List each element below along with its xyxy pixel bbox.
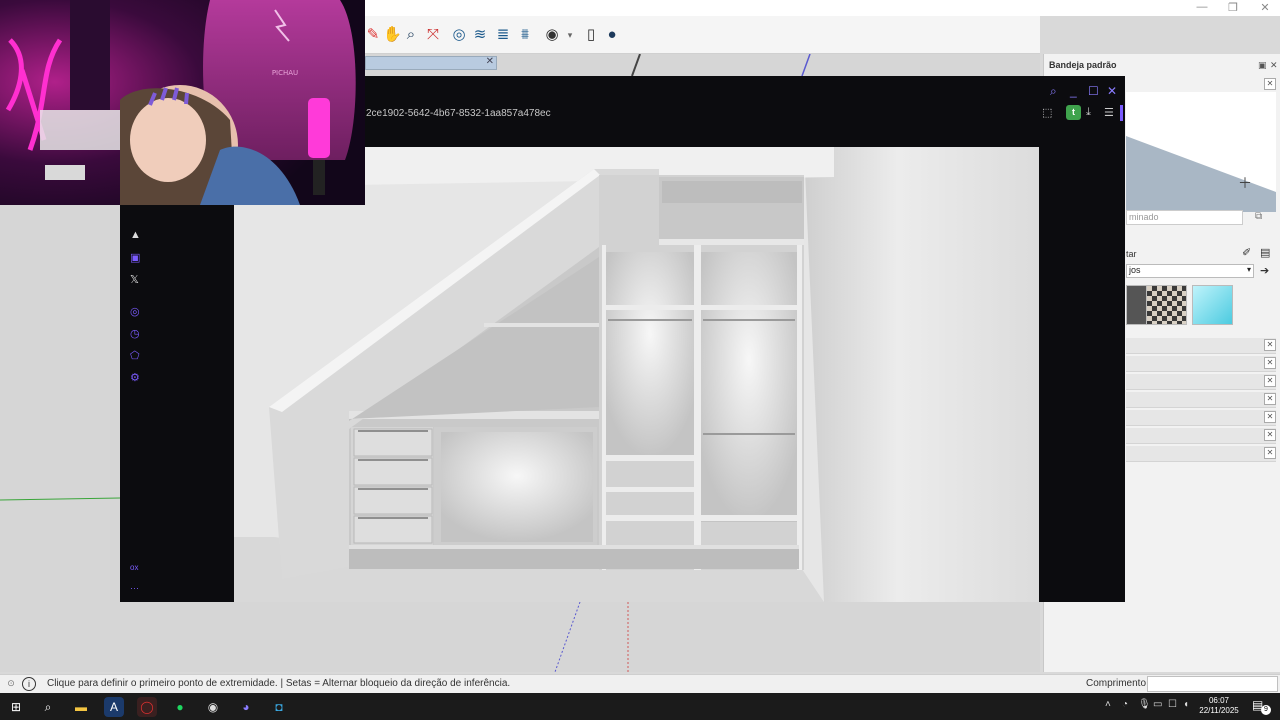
dropdown-icon[interactable]: ▾ bbox=[561, 26, 579, 44]
close-icon[interactable]: ✕ bbox=[486, 56, 494, 67]
close-icon[interactable]: ✕ bbox=[1264, 393, 1276, 405]
viewer-filename: 2ce1902-5642-4b67-8532-1aa857a478ec bbox=[366, 108, 551, 119]
measurements-input[interactable] bbox=[1147, 676, 1278, 692]
notification-count-badge: 9 bbox=[1261, 705, 1271, 715]
tray-panel-row[interactable] bbox=[1126, 410, 1276, 426]
arc-logo-icon[interactable]: ▲ bbox=[130, 229, 141, 241]
tray-panel-row[interactable] bbox=[1126, 338, 1276, 354]
copy-icon[interactable]: ⧉ bbox=[1255, 211, 1262, 222]
more-icon[interactable]: ··· bbox=[130, 583, 139, 593]
add-icon: ＋ bbox=[1238, 176, 1252, 192]
taskbar: ⊞ ⌕ ▬ A ◯ ● ◉ ◕ ◘ ˄ ◔ 🎙︎ ▭ ☐ ◖ 06:07 22/… bbox=[0, 693, 1280, 720]
avatar[interactable]: t bbox=[1066, 105, 1081, 120]
tray-panel-row[interactable] bbox=[1126, 374, 1276, 390]
close-icon[interactable]: ✕ bbox=[1264, 429, 1276, 441]
obs-icon[interactable]: ◉ bbox=[203, 697, 223, 717]
tray-panel-row[interactable] bbox=[1126, 356, 1276, 372]
system-clock[interactable]: 06:07 22/11/2025 bbox=[1194, 696, 1244, 716]
x-logo-icon[interactable]: 𝕏 bbox=[130, 273, 139, 286]
person-icon[interactable]: ● bbox=[603, 26, 621, 44]
close-icon[interactable]: ✕ bbox=[1270, 60, 1278, 71]
stack-icon[interactable]: ⩩ bbox=[516, 26, 534, 44]
wardrobe-render-image bbox=[234, 147, 1039, 602]
crop-icon[interactable]: ⬚ bbox=[1042, 106, 1052, 119]
material-name-field[interactable]: minado bbox=[1126, 210, 1243, 225]
eyedropper-icon[interactable]: ✐ bbox=[1242, 246, 1251, 259]
display-icon[interactable]: ▭ bbox=[1153, 699, 1162, 710]
user-circle-icon[interactable]: ◉ bbox=[543, 26, 561, 44]
minimize-button[interactable]: — bbox=[1192, 1, 1212, 13]
settings-icon[interactable]: ⚙ bbox=[130, 371, 140, 384]
file-explorer-icon[interactable]: ▬ bbox=[71, 697, 91, 717]
close-icon[interactable]: ✕ bbox=[1107, 84, 1117, 98]
tab-edit[interactable]: tar bbox=[1126, 249, 1137, 259]
download-icon[interactable]: ⤓ bbox=[1086, 106, 1091, 119]
layers-icon[interactable]: ≣ bbox=[494, 26, 512, 44]
network-icon[interactable]: ☐ bbox=[1168, 699, 1177, 710]
windows-start-icon[interactable]: ⊞ bbox=[6, 697, 26, 717]
cube-icon[interactable]: ⬠ bbox=[130, 349, 140, 362]
tray-panel-row[interactable] bbox=[1126, 392, 1276, 408]
discord-icon[interactable]: ◕ bbox=[236, 697, 256, 717]
zoom-extents-icon[interactable]: ⤧ bbox=[424, 26, 442, 44]
close-icon[interactable]: ✕ bbox=[1264, 357, 1276, 369]
play-circle-icon[interactable]: ◎ bbox=[130, 305, 140, 318]
microphone-icon[interactable]: 🎙︎ bbox=[1138, 699, 1151, 710]
orbit-icon[interactable]: ◎ bbox=[450, 26, 468, 44]
details-arrow-icon[interactable]: ➔ bbox=[1260, 264, 1269, 277]
chevron-up-icon[interactable]: ˄ bbox=[1105, 699, 1111, 710]
material-swatch[interactable] bbox=[1192, 285, 1233, 325]
menu-icon[interactable]: ☰ bbox=[1104, 106, 1114, 119]
document-icon[interactable]: ▯ bbox=[582, 26, 600, 44]
status-hint: Clique para definir o primeiro ponto de … bbox=[47, 678, 511, 689]
bluetooth-icon[interactable]: ◔ bbox=[1122, 699, 1128, 710]
chevron-down-icon: ▾ bbox=[1246, 265, 1251, 274]
info-icon[interactable]: i bbox=[22, 677, 36, 691]
tray-panel-row[interactable] bbox=[1126, 428, 1276, 444]
volume-icon[interactable]: ◖ bbox=[1183, 699, 1189, 710]
search-icon[interactable]: ⌕ bbox=[1050, 84, 1057, 99]
geo-location-icon[interactable]: ⊙ bbox=[4, 677, 18, 691]
opera-gx-icon[interactable]: ◯ bbox=[137, 697, 157, 717]
tray-title: Bandeja padrão bbox=[1049, 60, 1117, 70]
close-icon[interactable]: ✕ bbox=[1264, 447, 1276, 459]
material-preview: ＋ bbox=[1126, 92, 1276, 212]
sandbox-icon[interactable]: ≋ bbox=[471, 26, 489, 44]
close-icon[interactable]: ✕ bbox=[1264, 411, 1276, 423]
hand-icon[interactable]: ✋ bbox=[383, 26, 402, 44]
paint-icon[interactable]: ✎ bbox=[364, 26, 382, 44]
app-blue-icon[interactable]: ◘ bbox=[269, 697, 289, 717]
twitch-icon[interactable]: ▣ bbox=[130, 251, 140, 264]
close-icon[interactable]: ✕ bbox=[1264, 78, 1276, 90]
close-button[interactable]: ✕ bbox=[1255, 1, 1275, 14]
save-icon[interactable]: ▤ bbox=[1260, 246, 1270, 259]
close-icon[interactable]: ✕ bbox=[1264, 375, 1276, 387]
close-icon[interactable]: ✕ bbox=[1264, 339, 1276, 351]
minimize-icon[interactable]: _ bbox=[1070, 84, 1077, 98]
webcam-overlay: PICHAU bbox=[0, 0, 365, 205]
material-swatch[interactable] bbox=[1146, 285, 1187, 325]
status-bar: ⊙ i Clique para definir o primeiro ponto… bbox=[0, 674, 1280, 693]
restore-button[interactable]: ❐ bbox=[1223, 1, 1243, 14]
zoom-icon[interactable]: ⌕ bbox=[402, 26, 420, 44]
gx-label: ox bbox=[130, 563, 139, 572]
accent-bar bbox=[1120, 105, 1123, 121]
sketchup-app-icon[interactable]: A bbox=[104, 697, 124, 717]
svg-text:PICHAU: PICHAU bbox=[272, 69, 298, 77]
clock-icon[interactable]: ◷ bbox=[130, 327, 140, 340]
tray-panel-row[interactable] bbox=[1126, 446, 1276, 462]
pin-icon[interactable]: ▣ bbox=[1258, 60, 1267, 71]
search-icon[interactable]: ⌕ bbox=[38, 697, 58, 717]
material-library-select[interactable]: jos ▾ bbox=[1126, 264, 1254, 278]
measurements-label: Comprimento bbox=[1086, 678, 1147, 689]
spotify-icon[interactable]: ● bbox=[170, 697, 190, 717]
floating-tool-tab[interactable]: ✕ bbox=[365, 56, 497, 70]
maximize-icon[interactable]: ☐ bbox=[1088, 84, 1099, 98]
